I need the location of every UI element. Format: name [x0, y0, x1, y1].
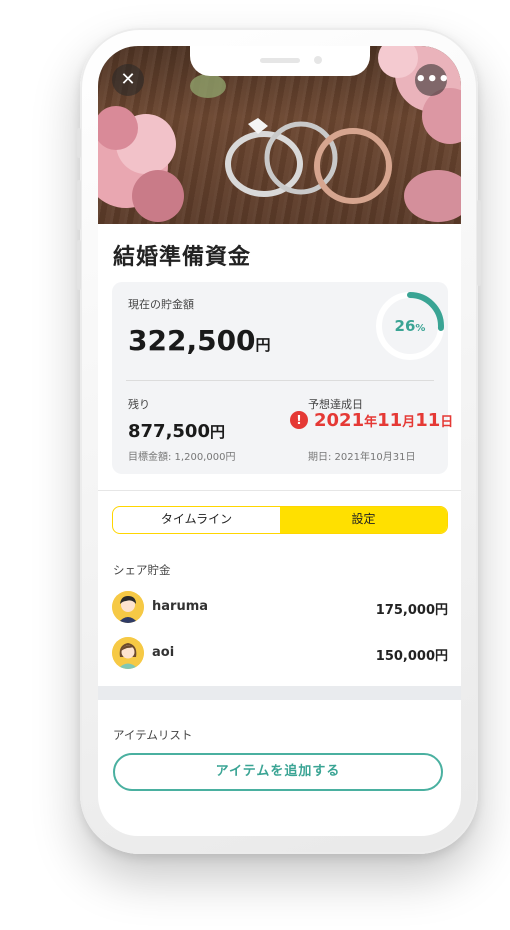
current-savings-amount: 322,500円	[128, 324, 271, 357]
alert-icon: !	[290, 411, 308, 429]
avatar-boy-icon	[112, 591, 144, 623]
member-row[interactable]: aoi 150,000円	[112, 637, 448, 669]
phone-notch	[190, 46, 370, 76]
remaining-amount-value: 877,500	[128, 421, 210, 442]
more-horizontal-icon: •••	[415, 69, 450, 90]
progress-ring: 26%	[376, 292, 444, 360]
card-divider	[126, 380, 434, 381]
member-row[interactable]: haruma 175,000円	[112, 591, 448, 623]
close-button[interactable]: ✕	[112, 64, 144, 96]
phone-side-button	[77, 128, 81, 158]
tab-bar: タイムライン 設定	[112, 506, 448, 534]
remaining-label: 残り	[128, 398, 150, 411]
avatar-girl-icon	[112, 637, 144, 669]
currency-unit: 円	[209, 423, 225, 441]
section-divider	[98, 490, 461, 491]
progress-percent-sign: %	[415, 323, 425, 334]
current-savings-label: 現在の貯金額	[128, 298, 194, 311]
member-name: aoi	[152, 645, 175, 660]
section-spacer	[98, 686, 461, 700]
tab-settings[interactable]: 設定	[280, 507, 447, 533]
share-savings-label: シェア貯金	[113, 563, 171, 577]
avatar	[112, 591, 144, 623]
tab-timeline[interactable]: タイムライン	[113, 507, 280, 533]
deadline-text: 期日: 2021年10月31日	[308, 452, 416, 463]
forecast-date: ! 2021年11月11日	[290, 410, 453, 431]
forecast-day: 11	[415, 410, 441, 431]
savings-summary-card: 現在の貯金額 322,500円 26% 残り 877,500円 目標金額: 1,…	[112, 282, 453, 474]
phone-side-button	[477, 200, 481, 286]
month-unit: 月	[402, 415, 416, 430]
member-name: haruma	[152, 599, 209, 614]
remaining-amount: 877,500円	[128, 421, 225, 442]
current-amount-value: 322,500	[128, 324, 256, 357]
year-unit: 年	[364, 415, 378, 430]
currency-unit: 円	[255, 336, 271, 354]
avatar	[112, 637, 144, 669]
forecast-year: 2021	[314, 410, 365, 431]
member-amount: 175,000円	[375, 603, 448, 618]
target-amount-text: 目標金額: 1,200,000円	[128, 452, 236, 463]
member-amount: 150,000円	[375, 649, 448, 664]
phone-side-button	[77, 180, 81, 230]
day-unit: 日	[440, 415, 454, 430]
svg-text:26%: 26%	[395, 317, 426, 335]
close-icon: ✕	[120, 69, 136, 90]
forecast-month: 11	[377, 410, 403, 431]
app-screen: ✕ ••• 結婚準備資金 現在の貯金額 322,500円 26% 残り 877,…	[98, 46, 461, 836]
phone-side-button	[77, 240, 81, 290]
progress-percent-text: 26	[395, 317, 416, 335]
item-list-label: アイテムリスト	[113, 728, 193, 742]
page-title: 結婚準備資金	[113, 245, 252, 270]
more-button[interactable]: •••	[415, 64, 450, 96]
add-item-button[interactable]: アイテムを追加する	[113, 753, 443, 791]
